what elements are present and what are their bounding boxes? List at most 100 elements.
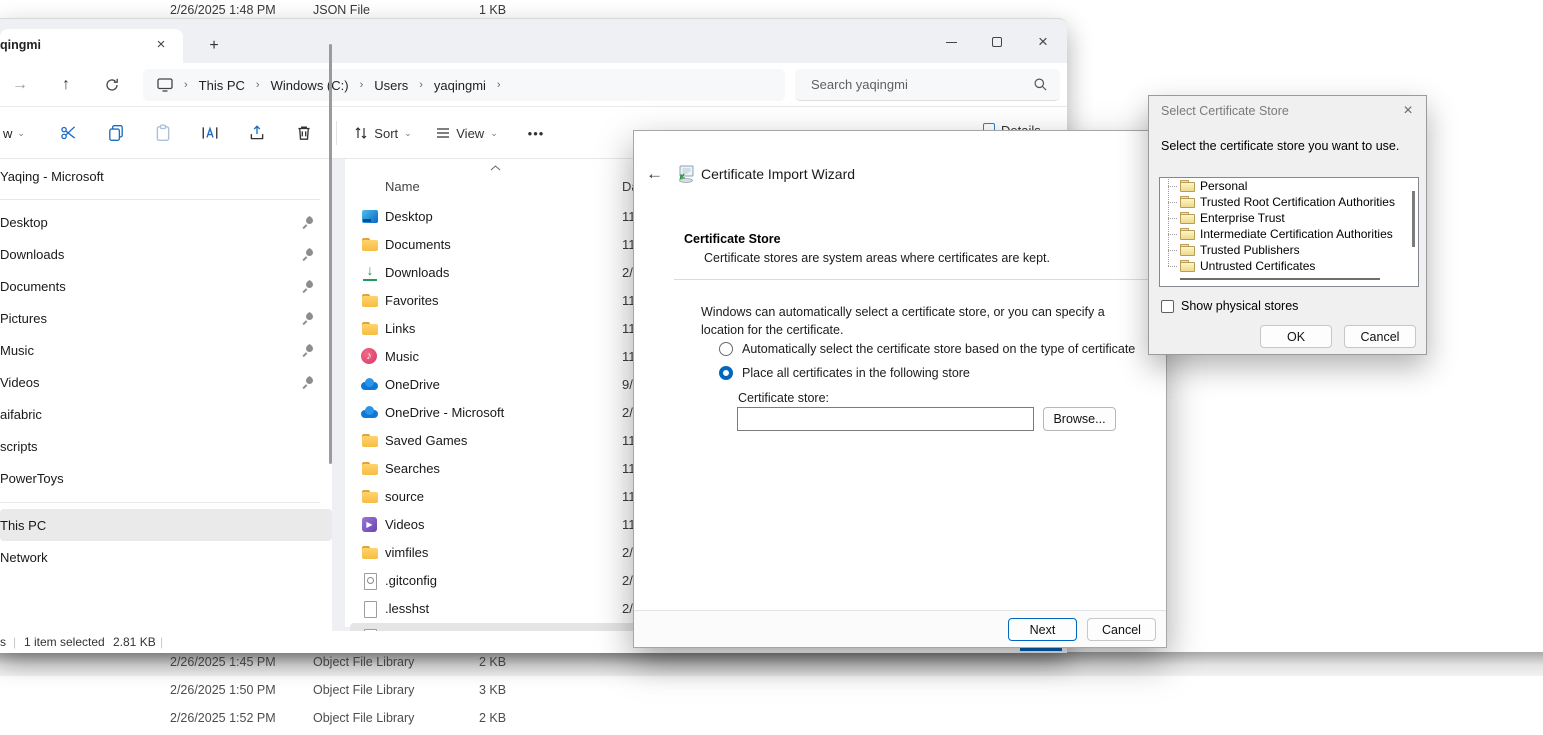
radio-icon[interactable]: [719, 342, 733, 356]
radio-selected-icon[interactable]: [719, 366, 733, 380]
tree-item[interactable]: Trusted Publishers: [1160, 242, 1418, 258]
file-date-fragment: 2/: [622, 265, 633, 280]
breadcrumb-yaqingmi[interactable]: yaqingmi: [434, 78, 486, 93]
sidebar-item-label: Downloads: [0, 247, 64, 262]
copy-icon[interactable]: [102, 119, 130, 147]
certificate-store-input[interactable]: [737, 407, 1034, 431]
file-icon: [361, 236, 379, 254]
browse-button[interactable]: Browse...: [1043, 407, 1116, 431]
file-name: Desktop: [385, 209, 433, 224]
pin-icon: [303, 281, 314, 292]
file-name: Links: [385, 321, 415, 336]
pin-icon: [303, 217, 314, 228]
background-file-row: 2/26/2025 1:45 PM Object File Library 2 …: [0, 652, 1543, 674]
rename-icon[interactable]: [196, 119, 224, 147]
breadcrumb-users[interactable]: Users: [374, 78, 408, 93]
radio-automatic-store[interactable]: Automatically select the certificate sto…: [719, 342, 1135, 356]
delete-icon[interactable]: [290, 119, 318, 147]
checkbox-icon[interactable]: [1161, 300, 1174, 313]
next-button[interactable]: Next: [1008, 618, 1077, 641]
new-label-fragment: w: [3, 126, 12, 141]
breadcrumb-chevron: ›: [360, 79, 364, 91]
tree-item[interactable]: Personal: [1160, 178, 1418, 194]
show-physical-stores-row[interactable]: Show physical stores: [1161, 299, 1298, 313]
tree-item[interactable]: Untrusted Certificates: [1160, 258, 1418, 274]
sidebar-item[interactable]: Videos: [0, 366, 332, 398]
name-column-header[interactable]: Name: [385, 179, 420, 194]
background-file-row: 2/26/2025 1:50 PM Object File Library 3 …: [0, 680, 1543, 702]
file-icon: [361, 404, 379, 422]
file-icon: [361, 320, 379, 338]
file-date-fragment: 2/: [622, 573, 633, 588]
tree-item[interactable]: Enterprise Trust: [1160, 210, 1418, 226]
search-input[interactable]: [809, 69, 1019, 100]
close-button[interactable]: ×: [1021, 28, 1065, 56]
tree-item[interactable]: Intermediate Certification Authorities: [1160, 226, 1418, 242]
breadcrumb-windows-c[interactable]: Windows (C:): [271, 78, 349, 93]
sidebar-item[interactable]: PowerToys: [0, 462, 332, 494]
file-name: vimfiles: [385, 545, 428, 560]
tree-horizontal-scrollbar[interactable]: [1180, 278, 1380, 280]
folder-icon: [1180, 180, 1195, 192]
breadcrumb-this-pc[interactable]: This PC: [199, 78, 245, 93]
sidebar-item[interactable]: Music: [0, 334, 332, 366]
store-cancel-button[interactable]: Cancel: [1344, 325, 1416, 348]
file-icon: [361, 488, 379, 506]
back-icon[interactable]: ←: [646, 164, 663, 184]
screen: { "background": { "top_row": {"date": "2…: [0, 0, 1543, 735]
wizard-cancel-button[interactable]: Cancel: [1087, 618, 1156, 641]
dialog-close-icon[interactable]: ×: [1398, 101, 1418, 121]
up-icon[interactable]: ↑: [54, 73, 78, 97]
view-button[interactable]: View ⌄: [432, 119, 502, 147]
sidebar-item[interactable]: aifabric: [0, 398, 332, 430]
status-size: 2.81 KB: [113, 635, 156, 649]
file-icon: [361, 516, 379, 534]
sidebar-item[interactable]: Downloads: [0, 238, 332, 270]
breadcrumb[interactable]: › This PC › Windows (C:) › Users › yaqin…: [143, 69, 785, 101]
sidebar-item[interactable]: scripts: [0, 430, 332, 462]
maximize-button[interactable]: [975, 28, 1019, 56]
explorer-tab[interactable]: qingmi ×: [0, 29, 183, 63]
bg-row-type: Object File Library: [313, 711, 414, 725]
tab-title: qingmi: [0, 38, 41, 52]
ok-button[interactable]: OK: [1260, 325, 1332, 348]
sidebar-item-label: Desktop: [0, 215, 48, 230]
paste-icon[interactable]: [149, 119, 177, 147]
tab-close-icon[interactable]: ×: [151, 35, 171, 55]
sidebar-item[interactable]: Documents: [0, 270, 332, 302]
forward-icon[interactable]: →: [8, 73, 32, 97]
certificate-import-wizard-dialog: ← Certificate Import Wizard Certificate …: [633, 130, 1167, 648]
sidebar-item-label: aifabric: [0, 407, 42, 422]
file-icon: [361, 460, 379, 478]
file-icon: [361, 572, 379, 590]
this-pc-icon: [157, 78, 173, 92]
sidebar-item[interactable]: Pictures: [0, 302, 332, 334]
file-name: Music: [385, 349, 419, 364]
sidebar-scrollbar[interactable]: [329, 44, 332, 464]
search-box[interactable]: [795, 69, 1060, 101]
bg-row-date: 2/26/2025 1:45 PM: [170, 655, 276, 669]
new-tab-button[interactable]: +: [204, 36, 224, 56]
more-options-icon[interactable]: •••: [518, 119, 554, 147]
tree-item[interactable]: Trusted Root Certification Authorities: [1160, 194, 1418, 210]
cut-icon[interactable]: [55, 119, 83, 147]
file-name: Saved Games: [385, 433, 467, 448]
tree-vertical-scrollbar[interactable]: [1412, 191, 1415, 247]
share-icon[interactable]: [243, 119, 271, 147]
sidebar-item[interactable]: This PC: [0, 509, 332, 541]
sidebar-item[interactable]: Desktop: [0, 206, 332, 238]
bg-row-date: 2/26/2025 1:50 PM: [170, 683, 276, 697]
sort-button[interactable]: Sort ⌄: [348, 119, 418, 147]
new-button-fragment[interactable]: w⌄: [0, 119, 28, 147]
sidebar-pinned-list: Desktop Downloads Documents Pict: [0, 206, 332, 494]
refresh-icon[interactable]: [100, 73, 124, 97]
file-icon: ↓: [361, 264, 379, 282]
sidebar-account[interactable]: Yaqing - Microsoft: [0, 159, 332, 193]
radio-place-in-store[interactable]: Place all certificates in the following …: [719, 366, 970, 380]
minimize-button[interactable]: [929, 28, 973, 56]
certificate-store-tree[interactable]: Personal Trusted Root Certification Auth…: [1159, 177, 1419, 287]
sidebar-item[interactable]: Network: [0, 541, 332, 573]
file-name: OneDrive - Microsoft: [385, 405, 504, 420]
accent-fragment: [1020, 648, 1062, 651]
tree-connector: [1168, 202, 1177, 203]
